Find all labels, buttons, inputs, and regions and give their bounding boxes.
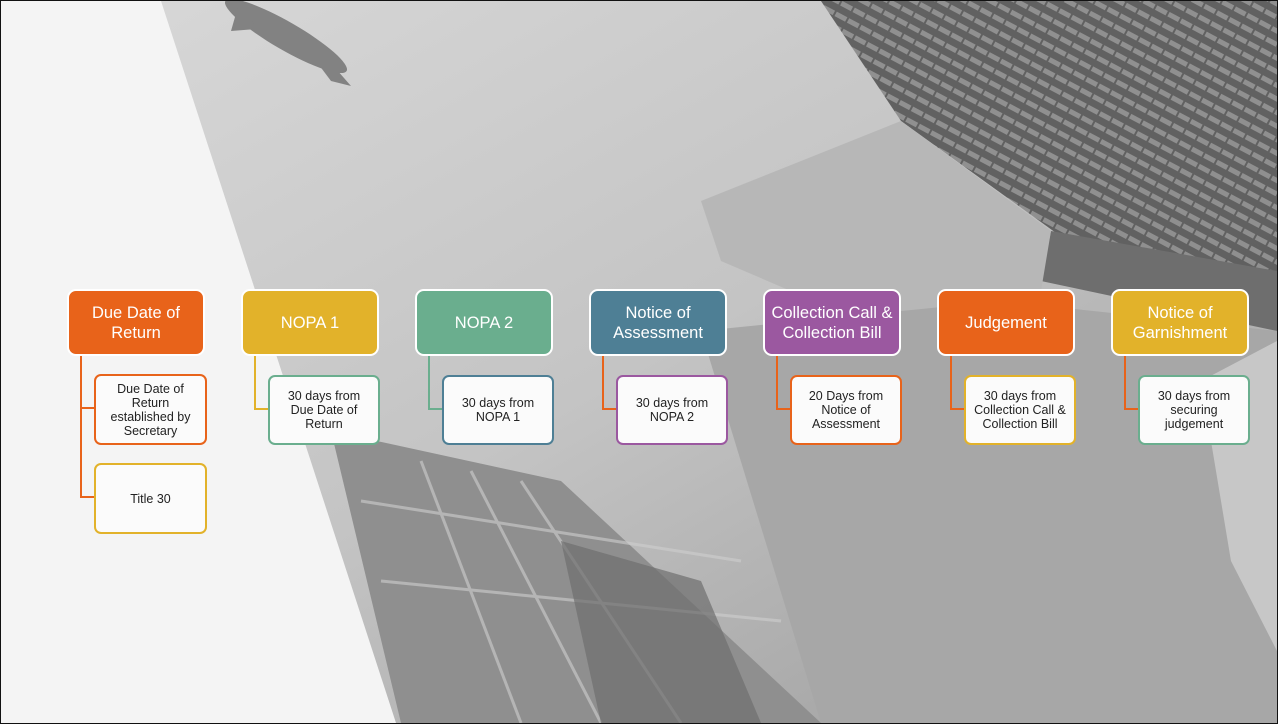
step-detail-box: 30 days from Collection Call & Collectio… bbox=[964, 375, 1076, 445]
step-detail-text: 30 days from securing judgement bbox=[1157, 389, 1231, 431]
connector-line bbox=[950, 355, 964, 410]
step-title: Notice of Assessment bbox=[613, 303, 703, 342]
slide: Due Date of Return NOPA 1 NOPA 2 Notice … bbox=[0, 0, 1278, 724]
step-title: Due Date of Return bbox=[91, 303, 181, 342]
step-title: NOPA 2 bbox=[454, 313, 514, 332]
step-detail-box: Title 30 bbox=[94, 463, 207, 534]
step-detail-text: 30 days from NOPA 1 bbox=[461, 396, 535, 424]
step-detail-box: 20 Days from Notice of Assessment bbox=[790, 375, 902, 445]
step-detail-text: Due Date of Return established by Secret… bbox=[110, 381, 191, 438]
step-detail-text: 30 days from Collection Call & Collectio… bbox=[974, 389, 1066, 431]
step-detail-box: 30 days from Due Date of Return bbox=[268, 375, 380, 445]
connector-line bbox=[80, 355, 94, 498]
step-title: Collection Call & Collection Bill bbox=[771, 303, 893, 342]
step-due-date-of-return: Due Date of Return bbox=[67, 289, 205, 356]
connector-line bbox=[776, 355, 790, 410]
step-judgement: Judgement bbox=[937, 289, 1075, 356]
connector-line bbox=[1124, 355, 1138, 410]
step-detail-text: 30 days from NOPA 2 bbox=[635, 396, 709, 424]
step-detail-box: 30 days from NOPA 1 bbox=[442, 375, 554, 445]
step-detail-text: 30 days from Due Date of Return bbox=[287, 389, 361, 431]
step-title: NOPA 1 bbox=[280, 313, 340, 332]
step-notice-of-garnishment: Notice of Garnishment bbox=[1111, 289, 1249, 356]
step-detail-box: 30 days from NOPA 2 bbox=[616, 375, 728, 445]
step-detail-text: 20 Days from Notice of Assessment bbox=[808, 389, 884, 431]
step-nopa-1: NOPA 1 bbox=[241, 289, 379, 356]
connector-line bbox=[602, 355, 616, 410]
step-nopa-2: NOPA 2 bbox=[415, 289, 553, 356]
step-title: Notice of Garnishment bbox=[1132, 303, 1228, 342]
connector-line bbox=[428, 355, 442, 410]
step-detail-box: 30 days from securing judgement bbox=[1138, 375, 1250, 445]
step-notice-of-assessment: Notice of Assessment bbox=[589, 289, 727, 356]
connector-line bbox=[254, 355, 268, 410]
step-collection-call: Collection Call & Collection Bill bbox=[763, 289, 901, 356]
step-detail-text: Title 30 bbox=[130, 491, 171, 506]
step-detail-box: Due Date of Return established by Secret… bbox=[94, 374, 207, 445]
white-overlay-shape bbox=[1, 1, 396, 723]
step-title: Judgement bbox=[965, 313, 1047, 332]
